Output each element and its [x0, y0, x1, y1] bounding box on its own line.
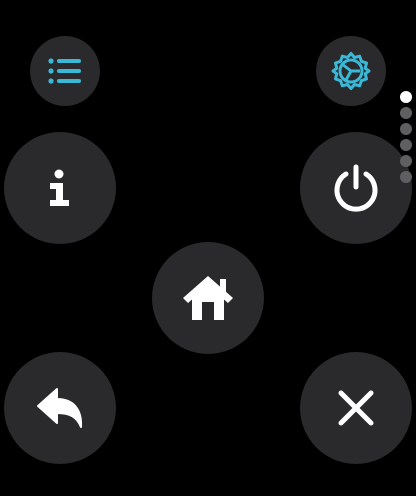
- gear-icon: [330, 50, 372, 92]
- info-icon: [45, 168, 75, 208]
- page-dot: [400, 171, 412, 183]
- reply-icon: [35, 386, 85, 430]
- home-icon: [180, 273, 236, 323]
- back-button[interactable]: [4, 352, 116, 464]
- power-button[interactable]: [300, 132, 412, 244]
- page-dot: [400, 139, 412, 151]
- list-button[interactable]: [30, 36, 100, 106]
- close-button[interactable]: [300, 352, 412, 464]
- page-dot: [400, 123, 412, 135]
- page-dot: [400, 107, 412, 119]
- power-icon: [331, 163, 381, 213]
- list-icon: [45, 51, 85, 91]
- settings-button[interactable]: [316, 36, 386, 106]
- page-dot-active: [400, 91, 412, 103]
- page-indicator[interactable]: [399, 91, 413, 183]
- home-button[interactable]: [152, 242, 264, 354]
- info-button[interactable]: [4, 132, 116, 244]
- watch-screen: [0, 0, 416, 496]
- close-icon: [336, 388, 376, 428]
- page-dot: [400, 155, 412, 167]
